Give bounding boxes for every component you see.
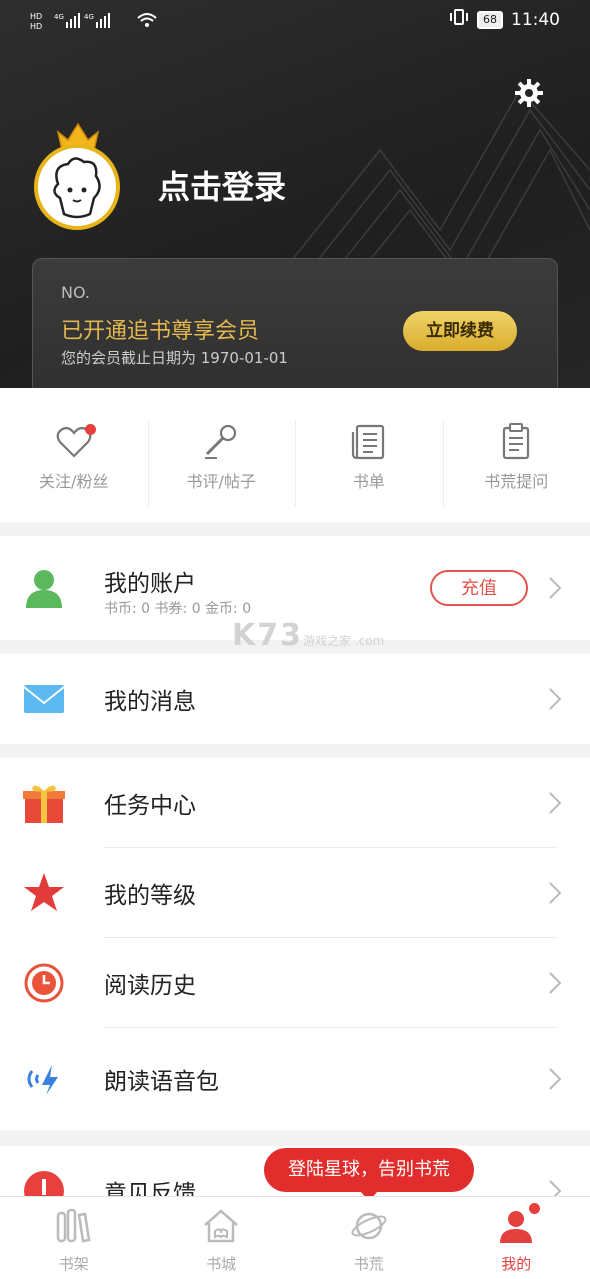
- svg-text:HD: HD: [30, 12, 42, 21]
- bookstore-icon: [202, 1207, 240, 1245]
- watermark-main: K73: [232, 618, 303, 653]
- settings-gear-icon[interactable]: [514, 78, 544, 108]
- user-icon: [22, 566, 66, 610]
- menu-label: 任务中心: [104, 786, 196, 820]
- svg-text:HD: HD: [30, 22, 42, 30]
- login-link[interactable]: 点击登录: [158, 162, 286, 208]
- reading-history-row[interactable]: 阅读历史: [0, 938, 590, 1028]
- chevron-right-icon: [548, 791, 562, 815]
- chevron-right-icon: [548, 687, 562, 711]
- vip-expire-date: 您的会员截止日期为 1970-01-01: [61, 347, 288, 368]
- menu-label: 阅读历史: [104, 966, 196, 1000]
- my-level-row[interactable]: 我的等级: [0, 848, 590, 938]
- svg-text:4G: 4G: [54, 13, 64, 21]
- signal-icon: HDHD 4G 4G: [30, 10, 130, 33]
- my-messages-row[interactable]: 我的消息: [0, 654, 590, 744]
- tab-bookstore[interactable]: 书城: [148, 1197, 296, 1279]
- tab-label: 书架: [0, 1253, 148, 1274]
- vibrate-icon: [449, 8, 469, 31]
- chevron-right-icon: [548, 1067, 562, 1091]
- tab-label: 书荒: [295, 1253, 443, 1274]
- profile-icon: [497, 1207, 535, 1245]
- promo-bubble[interactable]: 登陆星球，告别书荒: [264, 1148, 474, 1192]
- watermark: K73游戏之家 .com: [232, 618, 384, 653]
- watermark-sub: 游戏之家 .com: [303, 634, 384, 648]
- messages-title: 我的消息: [104, 682, 196, 716]
- tab-label: 我的: [443, 1253, 590, 1274]
- wifi-icon: [136, 11, 158, 32]
- account-stats: 书币: 0 书券: 0 金币: 0: [104, 598, 251, 618]
- bottom-tab-bar: 书架 书城 书荒 我的: [0, 1196, 590, 1279]
- history-clock-icon: [22, 961, 66, 1005]
- account-title: 我的账户: [104, 564, 196, 598]
- notification-dot: [529, 1203, 540, 1214]
- network-indicators: HDHD 4G 4G: [30, 10, 158, 33]
- recharge-button[interactable]: 充值: [430, 570, 528, 606]
- menu-label: 我的等级: [104, 876, 196, 910]
- menu-label: 朗读语音包: [104, 1062, 219, 1096]
- quick-booklist[interactable]: 书单: [295, 388, 443, 522]
- sheep-avatar-icon: [34, 144, 120, 230]
- vip-title: 已开通追书尊享会员: [61, 313, 259, 345]
- chevron-right-icon: [548, 576, 562, 600]
- tab-book-shortage[interactable]: 书荒: [295, 1197, 443, 1279]
- microphone-icon: [201, 422, 241, 462]
- star-icon: [22, 871, 66, 915]
- quick-label: 关注/粉丝: [0, 468, 148, 492]
- renew-button[interactable]: 立即续费: [403, 311, 517, 351]
- bookshelf-icon: [55, 1207, 93, 1245]
- quick-follow-fans[interactable]: 关注/粉丝: [0, 388, 148, 522]
- gift-icon: [22, 781, 66, 825]
- mail-icon: [22, 677, 66, 721]
- vip-number: NO.: [61, 283, 90, 302]
- chevron-right-icon: [548, 971, 562, 995]
- battery-icon: 68: [477, 11, 503, 29]
- task-center-row[interactable]: 任务中心: [0, 758, 590, 848]
- quick-ask[interactable]: 书荒提问: [443, 388, 590, 522]
- quick-links: 关注/粉丝 书评/帖子 书单 书荒提问: [0, 388, 590, 522]
- document-list-icon: [349, 422, 389, 462]
- clipboard-icon: [496, 422, 536, 462]
- clock: 11:40: [511, 10, 560, 30]
- quick-label: 书荒提问: [443, 468, 590, 492]
- profile-header: HDHD 4G 4G 68 11:40 点击登录 NO. 已开通追书尊享会员: [0, 0, 590, 388]
- quick-label: 书单: [295, 468, 443, 492]
- tab-label: 书城: [148, 1253, 296, 1274]
- menu-section: 任务中心 我的等级 阅读历史 朗读语音包: [0, 758, 590, 1130]
- chevron-right-icon: [548, 881, 562, 905]
- quick-reviews-posts[interactable]: 书评/帖子: [148, 388, 296, 522]
- notification-dot: [85, 424, 96, 435]
- messages-section: 我的消息: [0, 654, 590, 744]
- tab-mine[interactable]: 我的: [443, 1197, 590, 1279]
- avatar[interactable]: [34, 122, 126, 232]
- status-right: 68 11:40: [449, 8, 560, 31]
- tab-bookshelf[interactable]: 书架: [0, 1197, 148, 1279]
- svg-text:4G: 4G: [84, 13, 94, 21]
- voice-icon: [22, 1057, 66, 1101]
- planet-icon: [350, 1207, 388, 1245]
- vip-card: NO. 已开通追书尊享会员 您的会员截止日期为 1970-01-01 立即续费: [32, 258, 558, 388]
- status-bar: HDHD 4G 4G 68 11:40: [30, 8, 560, 34]
- voice-pack-row[interactable]: 朗读语音包: [0, 1028, 590, 1130]
- quick-label: 书评/帖子: [148, 468, 296, 492]
